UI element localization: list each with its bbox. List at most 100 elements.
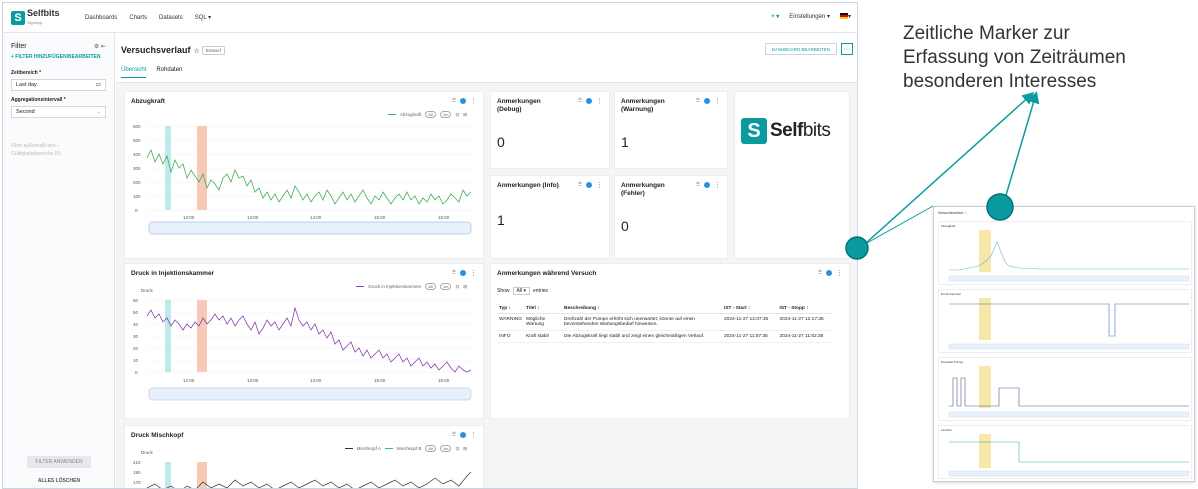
col-typ[interactable]: Typ ↕ [497,304,525,314]
filter-sidebar: Filter ⚙ ⇤ + FILTER HINZUFÜGEN/BEARBEITE… [3,33,115,488]
mischkopf-a-series [146,471,472,488]
table-row[interactable]: INFO Kraft stabil Die Abzugskraft liegt … [497,330,833,343]
legend-label: Druck in Injektionskammer [368,284,422,289]
cell-ist-stopp: 2024-11-27 11:62:35 [777,330,833,343]
info-icon[interactable] [460,270,466,276]
info-icon[interactable] [460,432,466,438]
col-ist-start[interactable]: IST - Start ↕ [722,304,778,314]
zeitbereich-label: Zeitbereich * [11,70,42,76]
filter-settings-icon[interactable]: ⚙ ⇤ [94,43,106,50]
tab-rohdaten[interactable]: Rohdaten [156,67,182,78]
more-options-button[interactable]: ··· [841,43,853,55]
kebab-menu-icon[interactable]: ⋮ [596,181,603,189]
star-icon[interactable]: ☆ [194,48,200,55]
nav-dashboards[interactable]: Dashboards [85,15,117,21]
kebab-menu-icon[interactable]: ⋮ [836,269,843,277]
nav-datasets[interactable]: Datasets [159,15,183,21]
chevron-down-icon: ⌄ [96,109,101,115]
table-row[interactable]: WARNING Mögliche Wartung Drehzahl der Pu… [497,313,833,331]
calendar-icon: ▭ [95,82,101,88]
legend-swatch [356,286,365,287]
chart-card-abzugkraft: Abzugkraft ⩧ ⋮ Abzugkraft All 1m ⊡ ⊞ 600 500 … [124,91,484,259]
filter-icon[interactable]: ⩧ [578,97,582,105]
filter-icon[interactable]: ⩧ [818,269,822,277]
kpi-title: Anmerkungen [621,98,665,105]
info-icon[interactable] [586,182,592,188]
annotation-line-2: Erfassung von Zeiträumen [903,47,1126,68]
kpi-value: 0 [497,134,505,150]
dashboard-header: Versuchsverlauf ☆ Entwurf DASHBOARD BEARBE… [116,33,857,83]
col-titel[interactable]: Titel ↕ [524,304,563,314]
range-navigator[interactable] [148,387,472,401]
app-logo[interactable]: S Selfbits SignApp [11,7,73,26]
clear-all-button[interactable]: ALLES LÖSCHEN [27,478,91,484]
page-size-select[interactable]: All ▾ [512,287,530,295]
download-icon[interactable]: ⊞ [463,284,467,290]
filter-icon[interactable]: ⩧ [452,269,456,277]
zoom-all-button[interactable]: All [425,111,436,118]
zoom-all-button[interactable]: All [425,283,436,290]
nav-charts[interactable]: Charts [129,15,147,21]
zeitbereich-field[interactable]: Last day ▭ [11,79,106,91]
filter-icon[interactable]: ⩧ [452,431,456,439]
time-marker-orange[interactable] [197,300,207,372]
kebab-menu-icon[interactable]: ⋮ [470,431,477,439]
filter-icon[interactable]: ⩧ [578,181,582,189]
nav-sql[interactable]: SQL ▾ [195,14,211,21]
pan-icon[interactable]: ⊡ [455,446,459,452]
download-icon[interactable]: ⊞ [463,446,467,452]
time-marker-orange[interactable] [197,462,207,489]
apply-filter-button[interactable]: FILTER ANWENDEN [27,456,91,468]
logo-text: Selfbits [27,7,60,18]
kebab-menu-icon[interactable]: ⋮ [714,97,721,105]
download-icon[interactable]: ⊞ [463,112,467,118]
info-icon[interactable] [586,98,592,104]
slide-canvas: S Selfbits SignApp Dashboards Charts Data… [0,0,1198,489]
time-marker-cyan[interactable] [165,300,171,372]
x-tick: 15:00 [374,215,386,220]
callout-arrow-2 [1003,91,1040,203]
y-tick: 300 [133,166,141,171]
x-tick: 12:00 [183,378,195,383]
info-icon[interactable] [704,98,710,104]
thumb-panel-plot [948,298,1190,350]
range-navigator[interactable] [148,221,472,235]
thumb-panel: Laufzeit [938,425,1192,479]
filter-icon[interactable]: ⩧ [452,97,456,105]
out-of-scope-line1: Filter außerhalb des [11,143,56,149]
filter-icon[interactable]: ⩧ [696,181,700,189]
kebab-menu-icon[interactable]: ⋮ [714,181,721,189]
pan-icon[interactable]: ⊡ [455,284,459,290]
kebab-menu-icon[interactable]: ⋮ [470,269,477,277]
aggregation-select[interactable]: Second ⌄ [11,106,106,118]
thumb-panel-plot [948,434,1190,477]
pan-icon[interactable]: ⊡ [455,112,459,118]
zoom-1m-button[interactable]: 1m [439,111,452,118]
settings-menu[interactable]: Einstellungen ▾ [789,13,830,20]
time-marker-orange[interactable] [197,126,207,210]
info-icon[interactable] [704,182,710,188]
info-icon[interactable] [460,98,466,104]
chart-title: Druck in Injektionskammer [131,270,215,277]
language-menu[interactable]: ▾ [839,13,851,20]
zoom-all-button[interactable]: All [425,445,436,452]
add-menu-button[interactable]: + ▾ [771,13,779,20]
out-of-scope-filters[interactable]: Filter außerhalb des › Gültigkeitsbereic… [3,118,114,158]
tab-uebersicht[interactable]: Übersicht [121,67,147,78]
col-ist-stopp[interactable]: IST - Stopp ↕ [777,304,833,314]
edit-dashboard-button[interactable]: DASHBOARD BEARBEITEN [764,43,837,55]
y-tick: 500 [133,138,141,143]
zeitbereich-value: Last day [16,82,37,88]
filter-icon[interactable]: ⩧ [696,97,700,105]
zoom-1m-button[interactable]: 1m [439,283,452,290]
legend-label-a: Mischkopf A [356,446,381,451]
info-icon[interactable] [826,270,832,276]
kebab-menu-icon[interactable]: ⋮ [596,97,603,105]
zoom-1m-button[interactable]: 1m [439,445,452,452]
kebab-menu-icon[interactable]: ⋮ [470,97,477,105]
kpi-value: 1 [497,212,505,228]
col-beschreibung[interactable]: Beschreibung ↕ [562,304,723,314]
add-filter-link[interactable]: + FILTER HINZUFÜGEN/BEARBEITEN [3,54,114,60]
time-marker-cyan[interactable] [165,462,171,489]
chart-card-druck-injektionskammer: Druck in Injektionskammer ⩧ ⋮ Druck in In… [124,263,484,419]
